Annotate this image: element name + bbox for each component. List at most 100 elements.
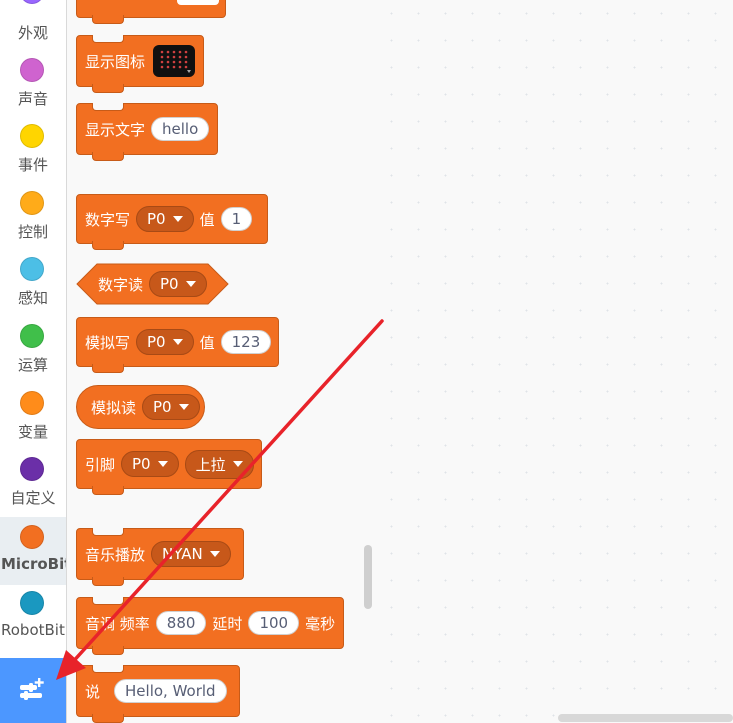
block-label: 模拟读: [91, 398, 137, 417]
block-play-music[interactable]: 音乐播放 NYAN: [76, 528, 244, 586]
block-analog-read[interactable]: 模拟读 P0: [76, 385, 205, 429]
dropdown-value: NYAN: [162, 545, 203, 563]
block-notch: [92, 84, 124, 93]
block-top-notch: [92, 665, 124, 673]
category-label: MicroBit: [1, 555, 67, 573]
category-color-dot: [20, 324, 44, 348]
block-label: 音乐播放: [85, 545, 146, 564]
category-label: 自定义: [10, 489, 56, 507]
frequency-input[interactable]: 880: [155, 611, 207, 635]
pin-dropdown[interactable]: P0: [136, 206, 194, 232]
block-notch: [92, 714, 124, 723]
pull-mode-dropdown[interactable]: 上拉: [184, 449, 254, 479]
category-events[interactable]: 事件: [0, 118, 66, 184]
block-digital-read[interactable]: 数字读 P0: [76, 263, 229, 305]
say-text-input[interactable]: Hello, World: [114, 679, 227, 703]
category-label: 运算: [17, 356, 48, 374]
caret-down-icon: [178, 404, 189, 410]
block-label: 引脚: [85, 455, 116, 474]
pin-dropdown[interactable]: P0: [121, 451, 179, 477]
block-digital-write[interactable]: 数字写 P0 值 1: [76, 194, 268, 250]
block-label: 说: [85, 682, 101, 701]
block-label: 数字读: [98, 275, 144, 294]
block-notch: [92, 364, 124, 373]
caret-down-icon: [172, 216, 183, 222]
caret-down-icon: [172, 339, 183, 345]
led-matrix-icon[interactable]: [153, 45, 196, 77]
block-notch: [92, 152, 124, 161]
caret-down-icon: [185, 281, 196, 287]
caret-down-icon: [157, 461, 168, 467]
block-show-icon[interactable]: 显示图标: [76, 35, 204, 93]
category-sound[interactable]: 声音: [0, 52, 66, 118]
hexblock-content: 数字读 P0: [76, 263, 213, 305]
block-notch: [92, 577, 124, 586]
caret-down-icon: [232, 461, 243, 467]
block-label: 数字写: [85, 210, 131, 229]
dropdown-value: 上拉: [195, 455, 226, 474]
category-sidebar: 外观 声音 事件 控制 感知 运算 变量 自定义 MicroBit RobotB…: [0, 0, 67, 723]
category-operators[interactable]: 运算: [0, 318, 66, 384]
block-analog-write[interactable]: 模拟写 P0 值 123: [76, 317, 279, 373]
block-label: 模拟写: [85, 333, 131, 352]
add-extension-button[interactable]: [0, 658, 66, 723]
block-partial[interactable]: [76, 0, 226, 24]
matrix-preview: [177, 0, 219, 5]
block-notch: [92, 15, 124, 24]
code-workspace[interactable]: [378, 0, 733, 723]
workspace-horizontal-scrollbar[interactable]: [558, 714, 733, 722]
category-color-dot: [20, 591, 44, 615]
block-label: 音调 频率: [85, 614, 150, 633]
block-label: 显示文字: [85, 120, 146, 139]
category-color-dot: [20, 391, 44, 415]
block-top-notch: [92, 528, 124, 536]
led-grid: [160, 50, 192, 73]
block-top-notch: [92, 597, 124, 605]
block-label: 值: [199, 210, 215, 229]
block-notch: [92, 241, 124, 250]
dropdown-value: P0: [153, 398, 172, 416]
pin-dropdown[interactable]: P0: [149, 271, 207, 297]
category-looks[interactable]: 外观: [0, 0, 66, 46]
block-play-tone[interactable]: 音调 频率 880 延时 100 毫秒: [76, 597, 344, 655]
block-pin-pull[interactable]: 引脚 P0 上拉: [76, 439, 262, 495]
category-color-dot: [20, 191, 44, 215]
text-input[interactable]: hello: [151, 117, 210, 141]
category-robotbit[interactable]: RobotBit: [0, 585, 66, 651]
category-label: 感知: [17, 289, 48, 307]
dropdown-value: P0: [132, 455, 151, 473]
category-control[interactable]: 控制: [0, 185, 66, 251]
dropdown-value: P0: [147, 210, 166, 228]
block-show-text[interactable]: 显示文字 hello: [76, 103, 218, 161]
category-my-blocks[interactable]: 自定义: [0, 451, 66, 517]
block-say[interactable]: 说 Hello, World: [76, 665, 240, 723]
value-input[interactable]: 123: [220, 330, 272, 354]
delay-input[interactable]: 100: [248, 611, 300, 635]
category-label: 外观: [17, 24, 48, 42]
block-label: 显示图标: [85, 52, 146, 71]
category-color-dot: [20, 525, 44, 549]
pin-dropdown[interactable]: P0: [136, 329, 194, 355]
block-label: 延时: [212, 614, 243, 633]
dropdown-value: P0: [147, 333, 166, 351]
category-microbit[interactable]: MicroBit: [0, 517, 66, 585]
category-sensing[interactable]: 感知: [0, 251, 66, 317]
category-label: 控制: [17, 223, 48, 241]
block-top-notch: [92, 103, 124, 111]
pin-dropdown[interactable]: P0: [142, 394, 200, 420]
add-extension-icon: [20, 678, 44, 700]
category-label: 变量: [17, 423, 48, 441]
palette-scrollbar[interactable]: [364, 545, 372, 609]
category-label: 声音: [17, 90, 48, 108]
melody-dropdown[interactable]: NYAN: [151, 541, 231, 567]
block-notch: [92, 486, 124, 495]
category-color-dot: [20, 457, 44, 481]
category-color-dot: [20, 58, 44, 82]
value-input[interactable]: 1: [220, 207, 253, 231]
caret-down-icon: [209, 551, 220, 557]
category-variables[interactable]: 变量: [0, 385, 66, 451]
block-top-notch: [92, 35, 124, 43]
block-notch: [92, 646, 124, 655]
category-label: RobotBit: [1, 621, 65, 639]
block-label: 毫秒: [305, 614, 336, 633]
